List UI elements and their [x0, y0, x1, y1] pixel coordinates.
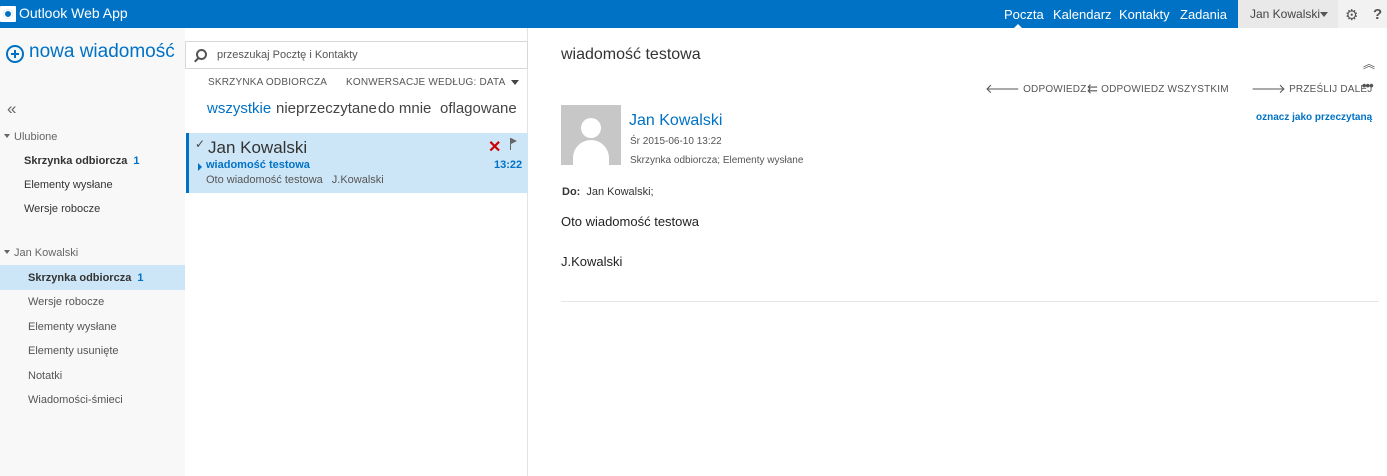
search-placeholder: przeszukaj Pocztę i Kontakty	[217, 49, 358, 61]
folder-inbox[interactable]: Skrzynka odbiorcza 1	[28, 272, 143, 284]
delete-icon[interactable]: ✕	[488, 137, 501, 157]
sent-date: Śr 2015-06-10 13:22	[630, 136, 722, 147]
reply-all-arrow-icon: ⇇	[1087, 81, 1099, 96]
active-nav-indicator	[1013, 24, 1023, 29]
folder-notes[interactable]: Notatki	[28, 370, 62, 382]
folder-label: Elementy usunięte	[28, 345, 119, 357]
message-list-pane	[185, 28, 528, 476]
search-icon	[196, 49, 207, 60]
nav-tasks[interactable]: Zadania	[1180, 7, 1227, 22]
collapse-pane-icon[interactable]: «	[7, 99, 16, 119]
message-sender: Jan Kowalski	[208, 138, 308, 157]
favorites-header[interactable]: Ulubione	[4, 131, 57, 143]
folder-favorite-drafts[interactable]: Wersje robocze	[24, 203, 100, 215]
to-recipient[interactable]: Jan Kowalski;	[586, 186, 653, 198]
user-menu[interactable]: Jan Kowalski	[1238, 0, 1338, 28]
outlook-logo-icon	[0, 6, 16, 22]
current-folder-label: SKRZYNKA ODBIORCZA	[208, 77, 328, 88]
sender-name[interactable]: Jan Kowalski	[629, 112, 722, 130]
chevron-down-icon	[511, 80, 520, 85]
folder-label: Elementy wysłane	[28, 321, 117, 333]
unread-count: 1	[137, 272, 144, 284]
flag-icon[interactable]	[510, 138, 518, 150]
sort-label: KONWERSACJE WEDŁUG: DATA	[346, 77, 506, 88]
folder-sent[interactable]: Elementy wysłane	[28, 321, 117, 333]
search-input[interactable]: przeszukaj Pocztę i Kontakty	[185, 41, 528, 69]
nav-mail[interactable]: Poczta	[1004, 7, 1044, 22]
folder-drafts[interactable]: Wersje robocze	[28, 296, 104, 308]
forward-label: PRZEŚLIJ DALEJ	[1289, 84, 1373, 95]
folder-label: Skrzynka odbiorcza	[28, 272, 132, 284]
nav-calendar[interactable]: Kalendarz	[1053, 7, 1112, 22]
new-message-label: nowa wiadomość	[29, 41, 175, 62]
user-name: Jan Kowalski	[1250, 7, 1321, 21]
sort-dropdown[interactable]: KONWERSACJE WEDŁUG: DATA	[346, 77, 520, 88]
reading-pane-title: wiadomość testowa	[561, 46, 701, 63]
reply-button[interactable]: 🡐 ODPOWIEDZ	[985, 81, 1087, 97]
expand-triangle-icon	[4, 134, 10, 138]
chevron-down-icon	[1320, 12, 1328, 17]
mark-as-read-link[interactable]: oznacz jako przeczytaną	[1256, 112, 1372, 123]
nav-contacts[interactable]: Kontakty	[1119, 7, 1170, 22]
checkmark-icon[interactable]: ✓	[195, 137, 205, 151]
app-title: Outlook Web App	[19, 5, 128, 21]
account-header-label: Jan Kowalski	[14, 247, 79, 259]
gear-icon[interactable]: ⚙	[1345, 6, 1358, 24]
to-label: Do:	[562, 186, 581, 198]
top-bar: Outlook Web App Poczta Kalendarz Kontakt…	[0, 0, 1387, 29]
message-preview-signature: J.Kowalski	[331, 174, 384, 186]
folder-favorite-sent[interactable]: Elementy wysłane	[24, 179, 113, 191]
more-options-icon[interactable]: •••	[1362, 78, 1374, 93]
avatar-head	[581, 118, 601, 138]
avatar	[561, 105, 621, 165]
reply-all-button[interactable]: ⇇ ODPOWIEDZ WSZYSTKIM	[1087, 81, 1229, 97]
filter-unread[interactable]: nieprzeczytane	[276, 100, 377, 117]
reply-arrow-icon: 🡐	[985, 81, 1021, 96]
message-preview-text: Oto wiadomość testowa	[206, 174, 323, 186]
unread-count: 1	[133, 155, 140, 167]
folder-label: Elementy wysłane	[24, 179, 113, 191]
folder-label: Wersje robocze	[28, 296, 105, 308]
message-body-signature: J.Kowalski	[561, 254, 623, 269]
divider	[561, 301, 1379, 302]
plus-circle-icon	[6, 45, 24, 63]
message-body-line: Oto wiadomość testowa	[561, 214, 700, 229]
folder-junk[interactable]: Wiadomości-śmieci	[28, 394, 123, 406]
recipients-line: Do: Jan Kowalski;	[562, 186, 654, 198]
message-preview: Oto wiadomość testowa J.Kowalski	[206, 174, 384, 186]
forward-button[interactable]: 🡒 PRZEŚLIJ DALEJ	[1251, 81, 1372, 97]
folder-favorite-inbox[interactable]: Skrzynka odbiorcza 1	[24, 155, 139, 167]
folder-label: Wersje robocze	[24, 203, 101, 215]
reply-label: ODPOWIEDZ	[1023, 84, 1087, 95]
favorites-header-label: Ulubione	[14, 131, 58, 143]
filter-to-me[interactable]: do mnie	[378, 100, 431, 117]
filter-all[interactable]: wszystkie	[207, 100, 271, 117]
forward-arrow-icon: 🡒	[1251, 81, 1287, 96]
message-subject: wiadomość testowa	[206, 159, 310, 171]
message-list-item[interactable]: ✓ Jan Kowalski ✕ wiadomość testowa 13:22…	[186, 133, 528, 193]
folder-label: Wiadomości-śmieci	[28, 394, 123, 406]
folder-label: Notatki	[28, 370, 63, 382]
avatar-body	[573, 140, 609, 165]
message-time: 13:22	[494, 159, 523, 171]
message-folder-info: Skrzynka odbiorcza; Elementy wysłane	[630, 155, 804, 166]
filter-flagged[interactable]: oflagowane	[440, 100, 517, 117]
chevron-up-icon[interactable]: ︽	[1363, 55, 1375, 72]
folder-deleted[interactable]: Elementy usunięte	[28, 345, 119, 357]
folder-label: Skrzynka odbiorcza	[24, 155, 128, 167]
expand-triangle-icon	[4, 250, 10, 254]
account-header[interactable]: Jan Kowalski	[4, 247, 78, 259]
reply-all-label: ODPOWIEDZ WSZYSTKIM	[1101, 84, 1229, 95]
help-icon[interactable]: ?	[1373, 6, 1382, 23]
expand-conversation-icon[interactable]	[198, 163, 202, 171]
